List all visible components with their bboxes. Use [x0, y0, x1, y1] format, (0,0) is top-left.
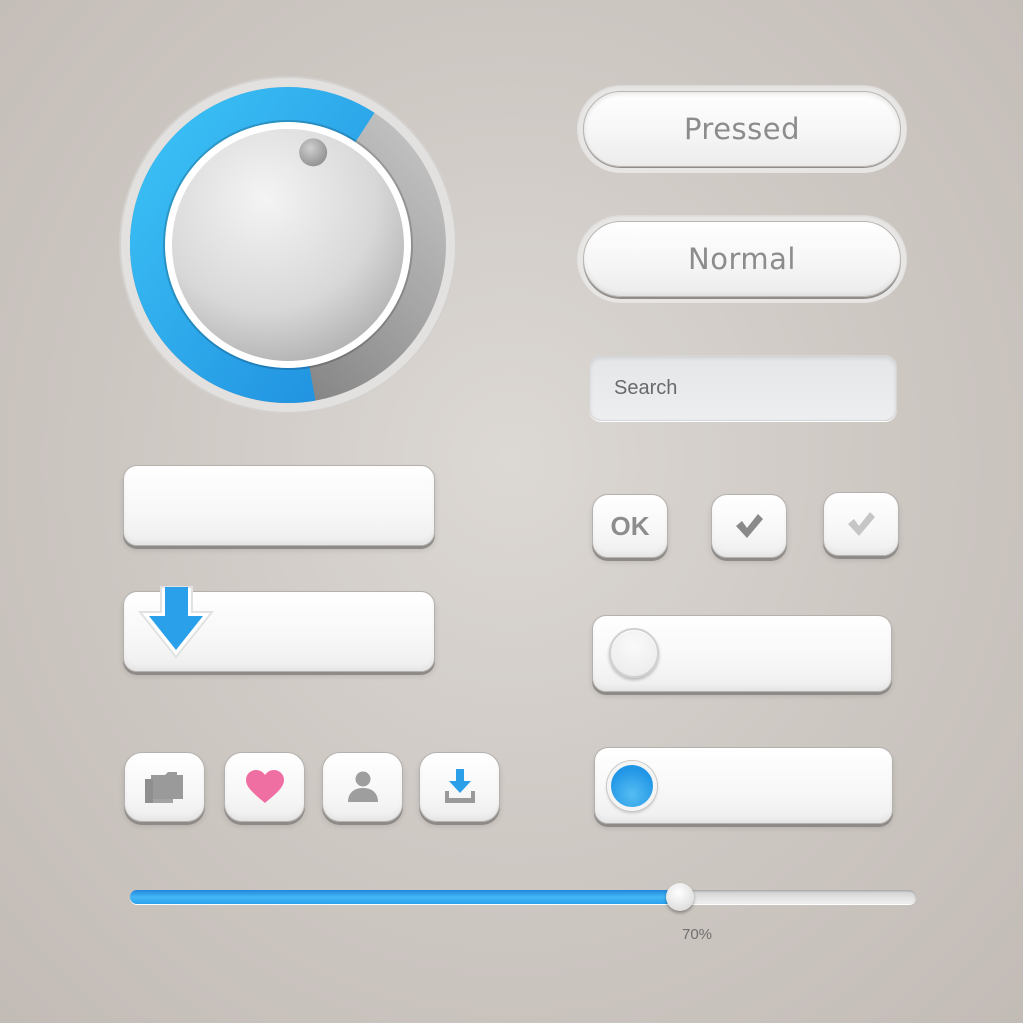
normal-button-frame: Normal — [577, 215, 907, 303]
ok-button[interactable]: OK — [592, 494, 668, 558]
slider-thumb[interactable] — [666, 883, 695, 911]
knob-indicator-dot — [299, 138, 328, 167]
checkbox-checked[interactable] — [711, 494, 787, 558]
favorite-button[interactable] — [224, 752, 305, 822]
ok-label: OK — [610, 510, 650, 541]
knob-face[interactable] — [172, 129, 404, 361]
toggle-off[interactable] — [592, 615, 892, 692]
rotary-knob[interactable] — [118, 75, 458, 415]
slider-value-label: 70% — [681, 926, 713, 943]
toggle-on[interactable] — [594, 747, 893, 824]
search-input[interactable] — [589, 355, 897, 421]
pressed-button-frame: Pressed — [577, 85, 907, 173]
heart-icon — [245, 770, 284, 803]
pressed-button[interactable]: Pressed — [583, 91, 901, 167]
user-icon — [347, 771, 378, 802]
download-button[interactable] — [419, 752, 500, 822]
progress-slider[interactable] — [130, 883, 916, 911]
checkmark-icon — [848, 512, 875, 536]
slider-fill — [130, 890, 681, 904]
toggle-thumb[interactable] — [609, 628, 659, 678]
folder-icon — [144, 772, 183, 803]
normal-button[interactable]: Normal — [583, 221, 901, 297]
checkmark-icon — [736, 514, 763, 538]
profile-button[interactable] — [322, 752, 403, 822]
folder-button[interactable] — [124, 752, 205, 822]
toggle-thumb[interactable] — [607, 761, 657, 811]
download-icon — [444, 769, 475, 803]
blank-text-field[interactable] — [123, 465, 435, 546]
arrow-down-icon — [136, 585, 216, 661]
checkbox-disabled[interactable] — [823, 492, 899, 556]
